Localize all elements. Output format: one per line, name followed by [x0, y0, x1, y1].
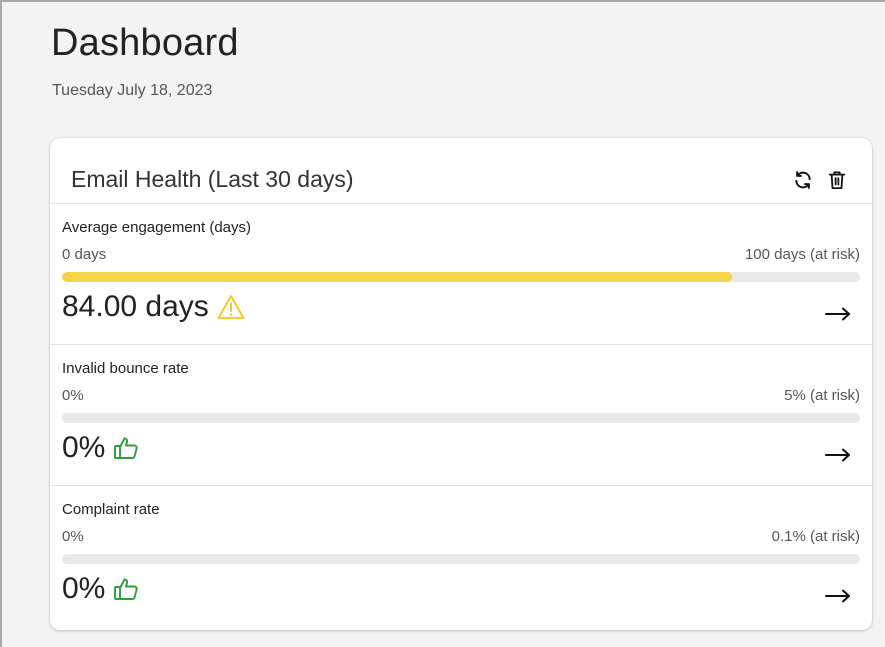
email-health-card: Email Health (Last 30 days) Average enga…: [50, 138, 872, 630]
progress-bar-track: [62, 413, 860, 423]
page-date: Tuesday July 18, 2023: [52, 82, 213, 99]
progress-bar-track: [62, 272, 860, 282]
scale-max-label: 5% (at risk): [784, 387, 860, 404]
details-arrow-button[interactable]: [822, 302, 854, 326]
thumbs-up-icon: [113, 576, 139, 602]
metric-label: Invalid bounce rate: [62, 360, 189, 377]
arrow-right-icon: [825, 448, 850, 462]
progress-bar-track: [62, 554, 860, 564]
details-arrow-button[interactable]: [822, 443, 854, 467]
arrow-right-icon: [825, 589, 850, 603]
app-frame: Dashboard Tuesday July 18, 2023 Email He…: [0, 0, 885, 647]
metric-value-row: 0%: [62, 431, 139, 465]
scale-min-label: 0%: [62, 387, 84, 404]
scale-min-label: 0%: [62, 528, 84, 545]
page-title: Dashboard: [51, 22, 239, 64]
card-header: Email Health (Last 30 days): [50, 138, 872, 204]
trash-icon: [828, 171, 846, 189]
progress-bar-fill: [62, 272, 733, 282]
metric-complaint-rate: Complaint rate 0% 0.1% (at risk) 0%: [50, 486, 872, 627]
scale-max-label: 100 days (at risk): [744, 246, 860, 263]
warning-icon: [217, 294, 245, 320]
refresh-icon: [795, 171, 811, 189]
delete-button[interactable]: [826, 169, 848, 191]
scale-min-label: 0 days: [62, 246, 107, 263]
metric-label: Average engagement (days): [62, 219, 252, 236]
thumbs-up-icon: [113, 435, 139, 461]
metric-value: 0%: [62, 431, 106, 464]
metric-value: 0%: [62, 572, 106, 605]
metric-invalid-bounce-rate: Invalid bounce rate 0% 5% (at risk) 0%: [50, 345, 872, 486]
details-arrow-button[interactable]: [822, 584, 854, 608]
metric-value-row: 84.00 days: [62, 290, 245, 324]
metric-value: 84.00 days: [62, 290, 209, 323]
arrow-right-icon: [825, 307, 850, 321]
refresh-button[interactable]: [792, 169, 814, 191]
card-title: Email Health (Last 30 days): [71, 166, 354, 192]
metric-average-engagement: Average engagement (days) 0 days 100 day…: [50, 204, 872, 345]
scale-max-label: 0.1% (at risk): [771, 528, 860, 545]
metric-label: Complaint rate: [62, 501, 160, 518]
metric-value-row: 0%: [62, 572, 139, 606]
card-tools: [792, 169, 848, 191]
